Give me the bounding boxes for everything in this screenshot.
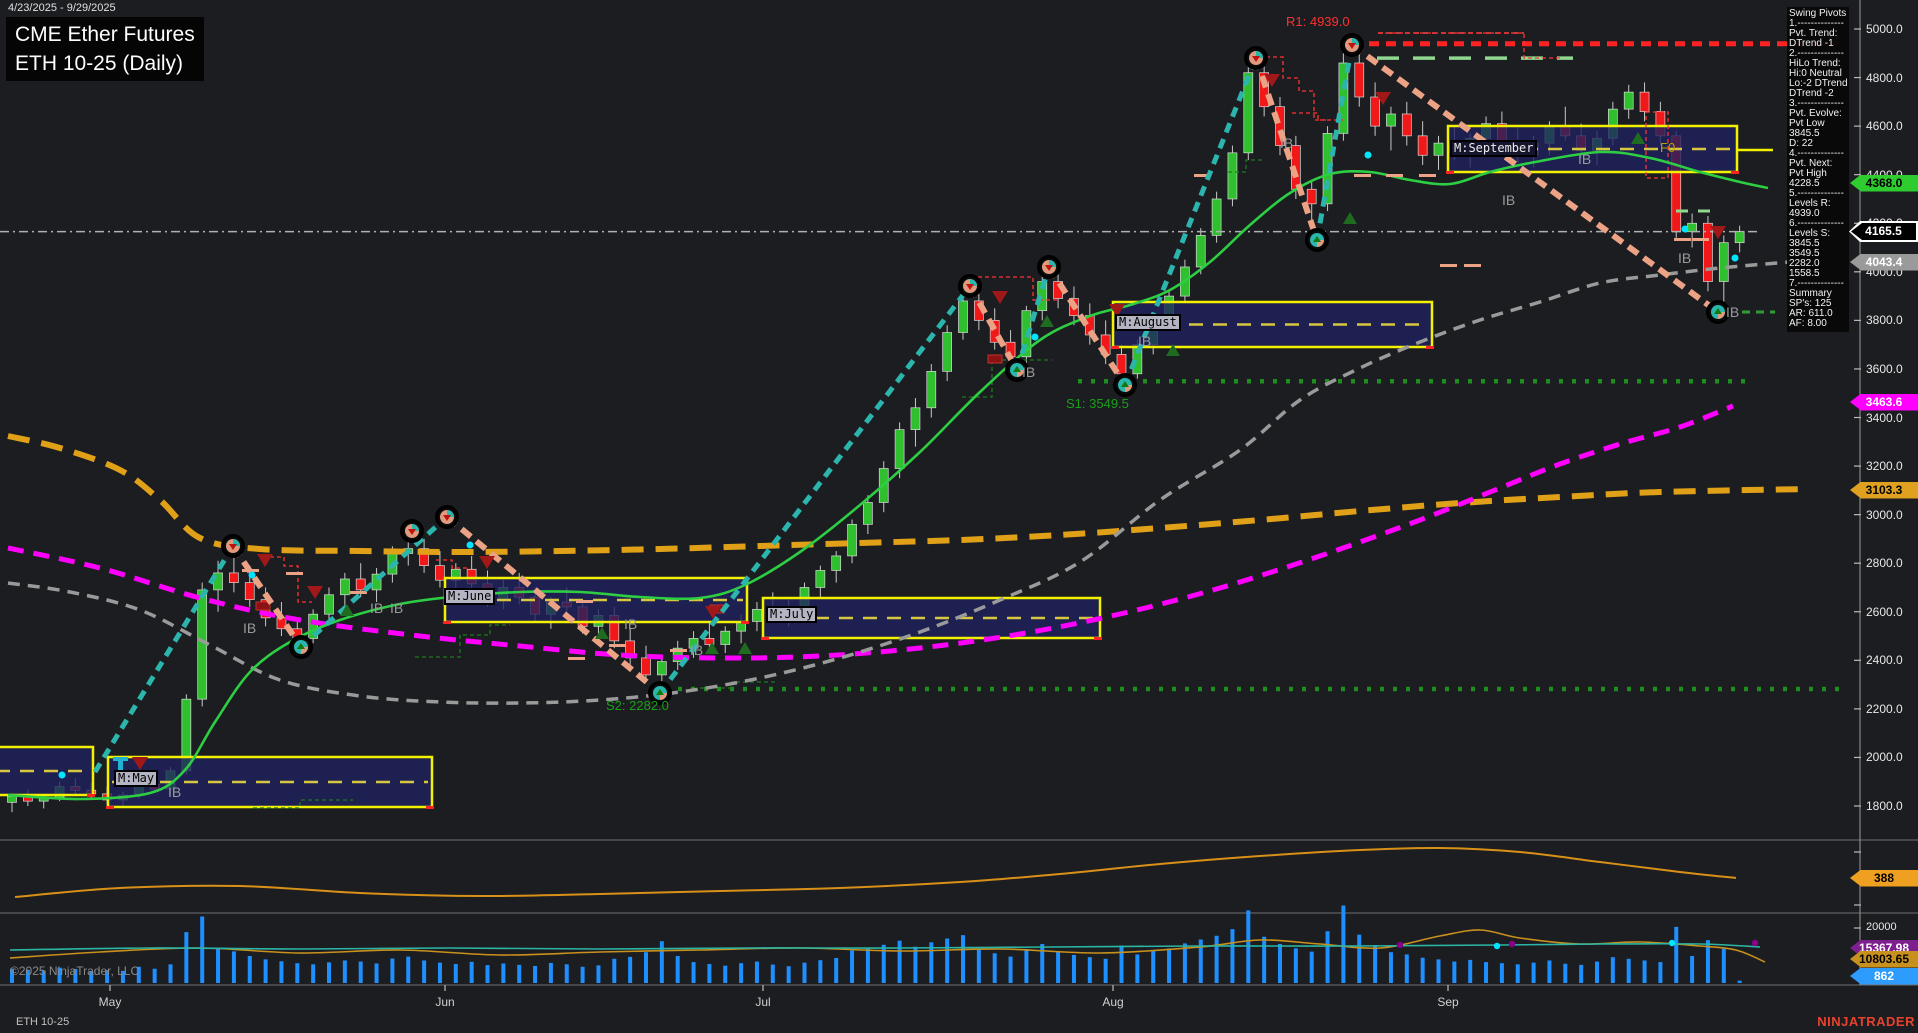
chart-canvas[interactable] [0,0,1918,1033]
ninjatrader-chart-window: 4/23/2025 - 9/29/2025 CME Ether Futures … [0,0,1918,1033]
